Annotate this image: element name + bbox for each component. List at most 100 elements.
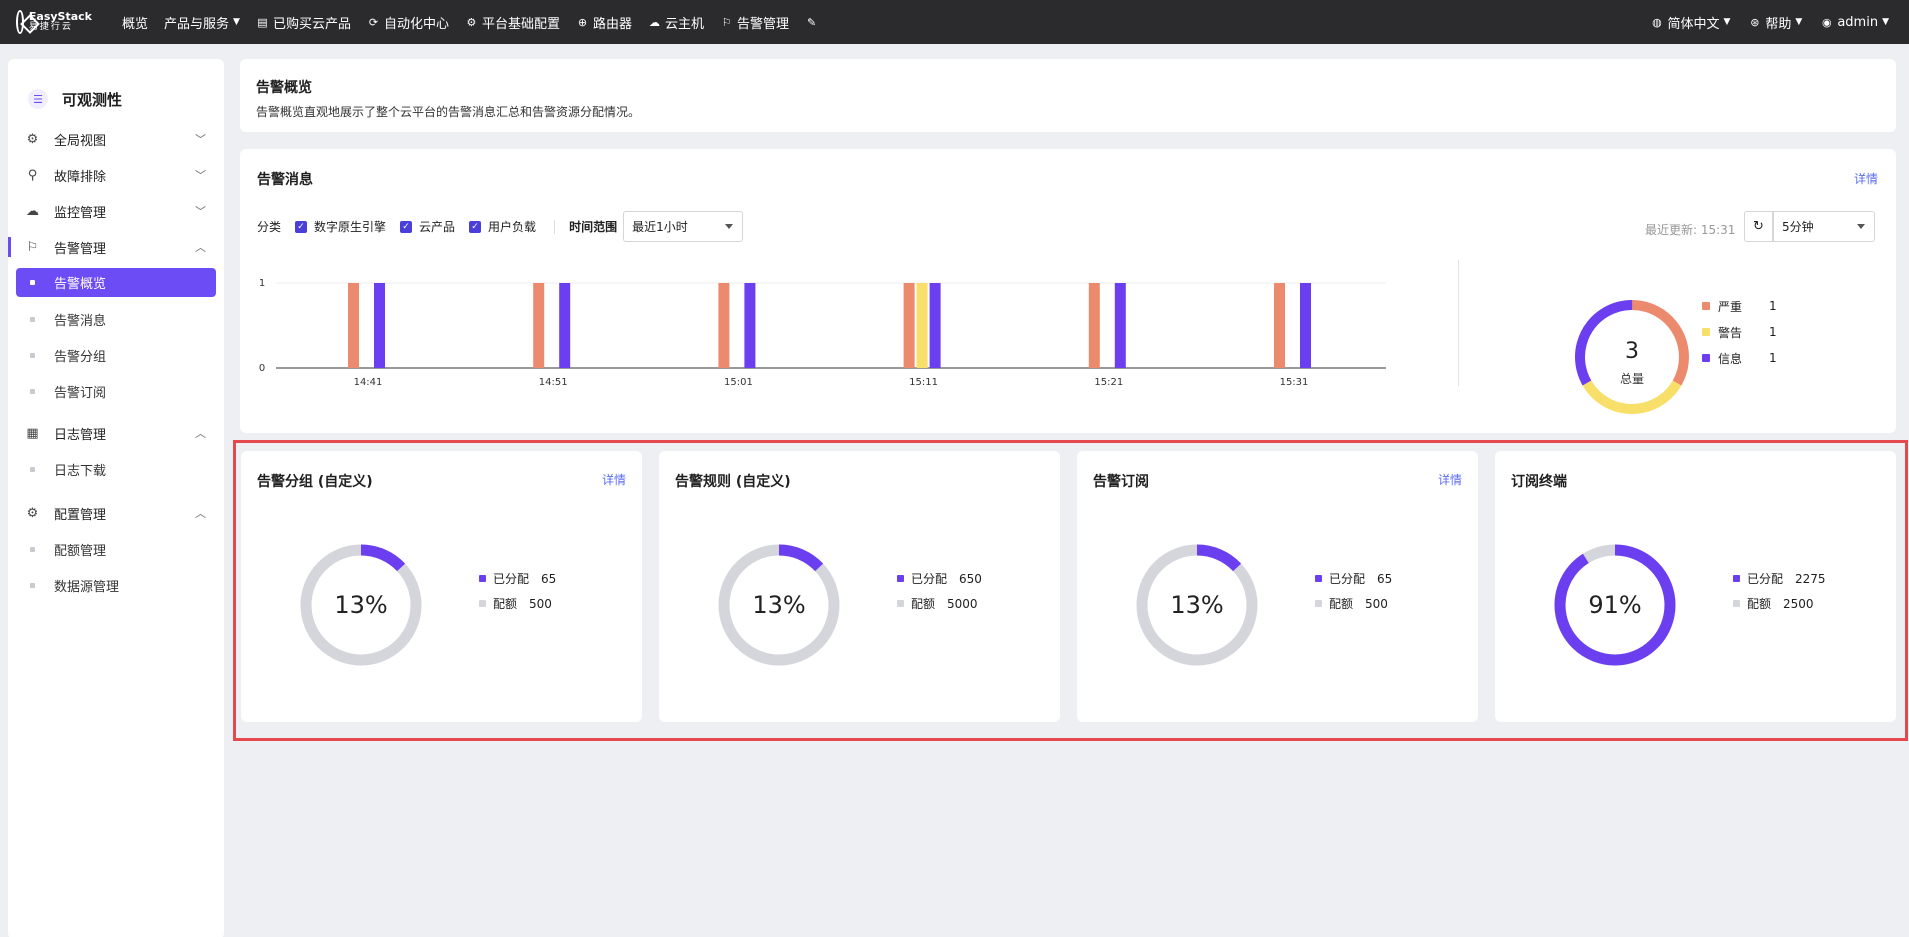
sidebar-group-global-view[interactable]: ⚙ 全局视图 ﹀: [8, 121, 224, 157]
nav-router[interactable]: ⊕ 路由器: [576, 13, 632, 32]
automation-icon: ⟳: [368, 15, 379, 29]
legend-label: 警告: [1718, 325, 1743, 340]
caret-down-icon: ▼: [233, 17, 240, 27]
bar-严重-15:31: [1274, 283, 1285, 368]
bar-信息-14:41: [374, 283, 385, 368]
sidebar-group-alarm-management[interactable]: ⚐ 告警管理 ︿: [8, 229, 224, 265]
time-range-label: 时间范围: [569, 220, 618, 234]
bar-信息-15:21: [1114, 283, 1126, 368]
sidebar-group-log-management[interactable]: ▦ 日志管理 ︿: [8, 415, 224, 451]
easystack-logo[interactable]: EasyStack 易捷行云: [16, 10, 92, 34]
bar-信息-15:31: [1300, 283, 1311, 368]
divider: [1458, 260, 1459, 386]
sidebar-title: 可观测性: [62, 90, 123, 109]
quota-ring-chart: 91%: [1554, 544, 1676, 666]
language-selector[interactable]: ◍ 简体中文 ▼: [1650, 13, 1730, 32]
nav-purchased-products[interactable]: ▤ 已购买云产品: [256, 13, 351, 32]
help-icon: ⊛: [1750, 15, 1760, 29]
legend-item-信息: 信息 1: [1702, 345, 1777, 371]
sidebar-item-alarm-groups[interactable]: 告警分组: [8, 337, 224, 373]
bar-严重-14:41: [348, 283, 359, 368]
sidebar-group-troubleshooting[interactable]: ⚲ 故障排除 ﹀: [8, 157, 224, 193]
checkbox-user-workload[interactable]: ✓ 用户负载: [469, 218, 536, 235]
legend-value: 1: [1769, 299, 1777, 313]
pin-button[interactable]: ✎: [805, 16, 822, 29]
refresh-button[interactable]: ↻: [1744, 211, 1773, 242]
logo-icon: [16, 10, 24, 34]
chevron-down-icon: ﹀: [195, 169, 206, 182]
quota-percent-label: 13%: [1170, 591, 1223, 619]
bar-严重-15:21: [1088, 283, 1100, 368]
quota-value: 500: [1365, 596, 1388, 611]
menu-icon[interactable]: ☰: [28, 89, 48, 109]
quota-value: 2500: [1783, 596, 1814, 611]
caret-down-icon: [725, 224, 734, 229]
caret-down-icon: ▼: [1795, 17, 1803, 27]
quota-detail-link[interactable]: 详情: [602, 471, 626, 488]
nav-overview[interactable]: 概览: [122, 13, 148, 32]
nav-items: 概览 产品与服务 ▼ ▤ 已购买云产品 ⟳ 自动化中心 ⚙ 平台基础配置 ⊕ 路由器 ☁ 云…: [122, 13, 838, 32]
settings-icon: ⚙: [466, 15, 477, 29]
checkbox-digital-native-engine[interactable]: ✓ 数字原生引擎: [295, 218, 386, 235]
help-menu[interactable]: ⊛ 帮助 ▼: [1748, 13, 1802, 32]
quota-value: 500: [529, 596, 552, 611]
legend-item-严重: 严重 1: [1702, 293, 1777, 319]
x-tick-label: 15:31: [1280, 377, 1309, 388]
router-icon: ⊕: [577, 15, 588, 29]
list-icon: ▤: [257, 15, 268, 29]
alarm-messages-card: 告警消息 详情 分类 ✓ 数字原生引擎 ✓ 云产品 ✓ 用户负载 时间范围 最近1小时…: [240, 149, 1896, 433]
donut-total-label: 总量: [1620, 372, 1644, 386]
quota-card-alarm-rules: 告警规则 (自定义) 13% 已分配 650 配额 5000: [659, 451, 1060, 722]
sidebar-header: ☰ 可观测性: [8, 59, 224, 121]
alarm-overview-card: 告警概览 告警概览直观地展示了整个云平台的告警消息汇总和告警资源分配情况。: [240, 59, 1896, 132]
nav-automation-center[interactable]: ⟳ 自动化中心: [367, 13, 449, 32]
chevron-up-icon: ︿: [195, 427, 206, 440]
nav-platform-config[interactable]: ⚙ 平台基础配置: [465, 13, 560, 32]
sidebar-group-monitoring[interactable]: ☁ 监控管理 ﹀: [8, 193, 224, 229]
alarm-messages-detail-link[interactable]: 详情: [1854, 170, 1878, 187]
checkbox-checked-icon: ✓: [400, 220, 413, 233]
divider: [554, 219, 556, 234]
sidebar-item-alarm-messages[interactable]: 告警消息: [8, 301, 224, 337]
config-icon: ⚙: [26, 505, 39, 521]
refresh-interval-select[interactable]: 5分钟: [1773, 211, 1875, 242]
nav-products-services[interactable]: 产品与服务 ▼: [164, 13, 240, 32]
sidebar-group-config-management[interactable]: ⚙ 配置管理 ︿: [8, 495, 224, 531]
time-range-select[interactable]: 最近1小时: [623, 211, 744, 242]
sidebar-item-alarm-subscriptions[interactable]: 告警订阅: [8, 373, 224, 409]
sidebar-item-alarm-overview[interactable]: 告警概览: [16, 268, 216, 297]
user-menu[interactable]: ◉ admin ▼: [1820, 15, 1889, 30]
legend-swatch: [1702, 302, 1710, 310]
legend-value: 1: [1769, 325, 1777, 339]
sidebar-item-datasource-management[interactable]: 数据源管理: [8, 567, 224, 603]
alarm-messages-title: 告警消息: [257, 172, 313, 188]
nav-cloud-host[interactable]: ☁ 云主机: [648, 13, 704, 32]
last-updated-text: 最近更新: 15:31: [1645, 223, 1736, 237]
y-tick-label: 1: [259, 278, 265, 289]
allocated-value: 2275: [1795, 571, 1826, 586]
bar-严重-15:01: [718, 283, 730, 368]
top-navigation-bar: EasyStack 易捷行云 概览 产品与服务 ▼ ▤ 已购买云产品 ⟳ 自动化中心 …: [0, 0, 1909, 44]
quota-ring-chart: 13%: [1136, 544, 1258, 666]
quota-card-alarm-groups: 告警分组 (自定义) 详情 13% 已分配 65 配额 500: [241, 451, 642, 722]
checkbox-cloud-products[interactable]: ✓ 云产品: [400, 218, 455, 235]
bar-信息-14:51: [559, 283, 571, 368]
legend-item-警告: 警告 1: [1702, 319, 1777, 345]
checkbox-checked-icon: ✓: [295, 220, 308, 233]
sidebar-item-quota-management[interactable]: 配额管理: [8, 531, 224, 567]
quota-detail-link[interactable]: 详情: [1438, 471, 1462, 488]
nav-alarm-management[interactable]: ⚐ 告警管理: [720, 13, 789, 32]
refresh-icon: ↻: [1753, 219, 1764, 234]
bar-严重-15:11: [903, 283, 915, 368]
page-title: 告警概览: [256, 80, 312, 96]
x-tick-label: 14:51: [539, 377, 568, 388]
sidebar-item-log-download[interactable]: 日志下载: [8, 451, 224, 487]
caret-down-icon: ▼: [1723, 17, 1731, 27]
y-tick-label: 0: [259, 363, 265, 374]
user-icon: ◉: [1822, 15, 1832, 29]
quota-ring-chart: 13%: [718, 544, 840, 666]
monitor-icon: ☁: [26, 203, 39, 219]
global-view-icon: ⚙: [26, 131, 39, 147]
alarm-filters: 分类 ✓ 数字原生引擎 ✓ 云产品 ✓ 用户负载 时间范围 最近1小时: [257, 211, 744, 242]
legend-label: 信息: [1718, 351, 1743, 366]
